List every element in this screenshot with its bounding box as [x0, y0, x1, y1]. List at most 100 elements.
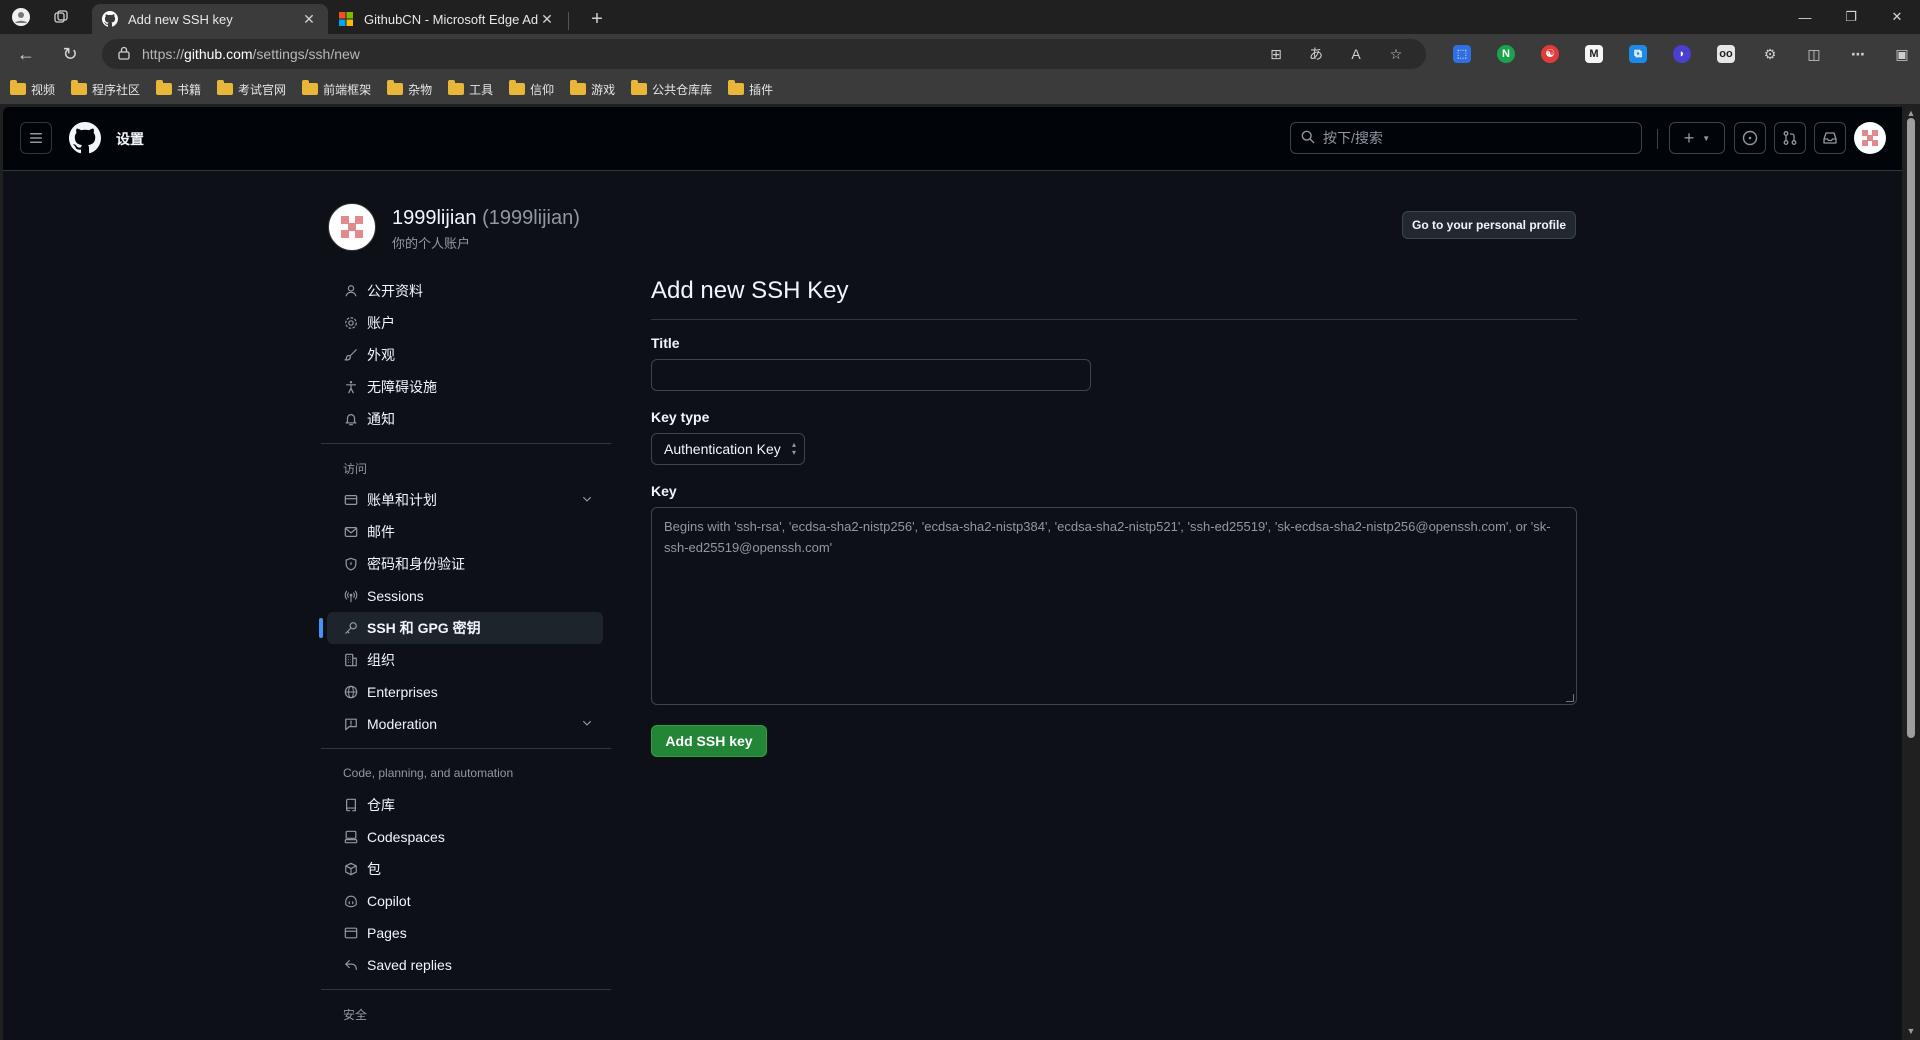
github-logo-icon[interactable]	[69, 122, 101, 154]
workspaces-icon[interactable]	[44, 0, 78, 34]
select-arrows-icon: ▴ ▾	[791, 440, 796, 457]
translate-icon[interactable]: あ	[1296, 44, 1336, 64]
close-window-icon[interactable]: ✕	[1874, 0, 1920, 34]
user-avatar[interactable]	[1854, 122, 1886, 154]
extension-glasses-icon[interactable]: oo	[1704, 34, 1748, 74]
sidebar-item-copilot[interactable]: Copilot	[327, 885, 603, 917]
lock-icon[interactable]	[118, 46, 130, 63]
paintbrush-icon	[343, 347, 359, 363]
sidebar-item-sessions[interactable]: Sessions	[327, 580, 603, 612]
chevron-down-icon[interactable]	[581, 492, 593, 508]
bookmark-folder[interactable]: 程序社区	[71, 80, 140, 98]
favorite-star-icon[interactable]: ☆	[1376, 46, 1416, 63]
bookmark-folder[interactable]: 前端框架	[302, 80, 371, 98]
sidebar-item-pages[interactable]: Pages	[327, 917, 603, 949]
sidebar-item-codespaces[interactable]: Codespaces	[327, 821, 603, 853]
add-ssh-key-button[interactable]: Add SSH key	[651, 725, 767, 757]
page-context-title[interactable]: 设置	[116, 129, 144, 149]
sidebar-item-moderation[interactable]: Moderation	[327, 708, 603, 740]
bookmark-folder[interactable]: 信仰	[509, 80, 554, 98]
new-tab-button[interactable]: +	[580, 4, 614, 34]
scroll-up-icon[interactable]: ▲	[1906, 108, 1916, 118]
browser-icon	[343, 925, 359, 941]
header-divider	[1657, 129, 1658, 149]
sidebar-item-accessibility[interactable]: 无障碍设施	[327, 371, 603, 403]
sidebar-item-emails[interactable]: 邮件	[327, 516, 603, 548]
scrollbar-thumb[interactable]	[1907, 118, 1915, 738]
extension-red-icon[interactable]: ☯	[1528, 34, 1572, 74]
sidebar-item-account[interactable]: 账户	[327, 307, 603, 339]
issue-opened-icon	[1742, 130, 1758, 146]
account-avatar	[328, 203, 376, 251]
minimize-icon[interactable]: —	[1782, 0, 1828, 34]
address-field[interactable]: https://github.com/settings/ssh/new ⊞ あ …	[102, 39, 1426, 69]
sidebar-item-notifications[interactable]: 通知	[327, 403, 603, 435]
sidebar-item-appearance[interactable]: 外观	[327, 339, 603, 371]
report-icon	[343, 716, 359, 732]
extension-blue-icon[interactable]: ⧉	[1616, 34, 1660, 74]
tab-add-ssh-key[interactable]: Add new SSH key ✕	[92, 4, 328, 34]
folder-icon	[570, 80, 587, 95]
extension-purple-icon[interactable]: ◗	[1660, 34, 1704, 74]
close-icon[interactable]: ✕	[538, 11, 556, 28]
sidebar-item-password-auth[interactable]: 密码和身份验证	[327, 548, 603, 580]
refresh-icon[interactable]: ↻	[52, 38, 88, 70]
bookmark-folder[interactable]: 书籍	[156, 80, 201, 98]
tab-githubcn[interactable]: GithubCN - Microsoft Edge Addo ✕	[328, 4, 566, 34]
extensions-row: ⬚ N ☯ M ⧉ ◗ oo ⚙ ◫ ⋯ ▣	[1440, 34, 1920, 74]
gear-icon	[343, 315, 359, 331]
bookmark-folder[interactable]: 工具	[448, 80, 493, 98]
inbox-button[interactable]	[1814, 122, 1846, 154]
extension-white-icon[interactable]: M	[1572, 34, 1616, 74]
account-name[interactable]: 1999lijian (1999lijian)	[392, 207, 580, 230]
search-placeholder: 按下/搜索	[1323, 130, 1383, 146]
folder-icon	[728, 80, 745, 95]
bookmark-folder[interactable]: 考试官网	[217, 80, 286, 98]
sidebar-item-enterprises[interactable]: Enterprises	[327, 676, 603, 708]
more-options-icon[interactable]: ⋯	[1836, 34, 1880, 74]
bookmark-folder[interactable]: 杂物	[387, 80, 432, 98]
pull-requests-button[interactable]	[1774, 122, 1806, 154]
issues-button[interactable]	[1734, 122, 1766, 154]
sidebar-divider	[321, 989, 611, 990]
sidebar-item-public-profile[interactable]: 公开资料	[327, 275, 603, 307]
broadcast-icon	[343, 588, 359, 604]
key-placeholder: Begins with 'ssh-rsa', 'ecdsa-sha2-nistp…	[664, 519, 1551, 555]
sidebar-item-packages[interactable]: 包	[327, 853, 603, 885]
extension-translate-icon[interactable]: ⬚	[1440, 34, 1484, 74]
bookmark-folder[interactable]: 插件	[728, 80, 773, 98]
extension-green-icon[interactable]: N	[1484, 34, 1528, 74]
title-field[interactable]	[651, 359, 1091, 391]
scroll-down-icon[interactable]: ▼	[1906, 1026, 1916, 1036]
bookmark-folder[interactable]: 游戏	[570, 80, 615, 98]
bookmark-folder[interactable]: 视频	[10, 80, 55, 98]
restore-icon[interactable]: ❐	[1828, 0, 1874, 34]
profile-icon[interactable]	[4, 0, 38, 34]
back-icon[interactable]: ←	[8, 38, 44, 70]
sidebar-item-ssh-gpg-keys[interactable]: SSH 和 GPG 密钥	[319, 612, 603, 644]
read-aloud-icon[interactable]: A	[1336, 46, 1376, 62]
split-screen-icon[interactable]: ◫	[1792, 34, 1836, 74]
sidebar-item-billing[interactable]: 账单和计划	[327, 484, 603, 516]
page-scrollbar[interactable]: ▲ ▼	[1902, 104, 1920, 1040]
sidebar-item-organizations[interactable]: 组织	[327, 644, 603, 676]
page-title: Add new SSH Key	[651, 277, 849, 304]
extensions-puzzle-icon[interactable]: ⚙	[1748, 34, 1792, 74]
resize-handle-icon[interactable]	[1566, 694, 1574, 702]
key-type-label: Key type	[651, 409, 710, 425]
bookmark-folder[interactable]: 公共仓库库	[631, 80, 712, 98]
hamburger-menu-button[interactable]	[20, 122, 52, 154]
create-new-button[interactable]: + ▼	[1669, 122, 1725, 154]
chevron-down-icon[interactable]	[581, 716, 593, 732]
sidebar-item-saved-replies[interactable]: Saved replies	[327, 949, 603, 981]
key-textarea[interactable]: Begins with 'ssh-rsa', 'ecdsa-sha2-nistp…	[651, 507, 1577, 705]
close-icon[interactable]: ✕	[300, 11, 318, 28]
go-to-profile-button[interactable]: Go to your personal profile	[1402, 211, 1576, 239]
key-type-value: Authentication Key	[664, 441, 781, 457]
app-available-icon[interactable]: ⊞	[1256, 46, 1296, 63]
sidebar-divider	[321, 748, 611, 749]
key-type-select[interactable]: Authentication Key ▴ ▾	[651, 433, 805, 465]
sidebar-item-repositories[interactable]: 仓库	[327, 789, 603, 821]
sidebar-toggle-icon[interactable]: ▣	[1880, 34, 1920, 74]
search-input[interactable]: 按下/搜索	[1290, 122, 1642, 154]
